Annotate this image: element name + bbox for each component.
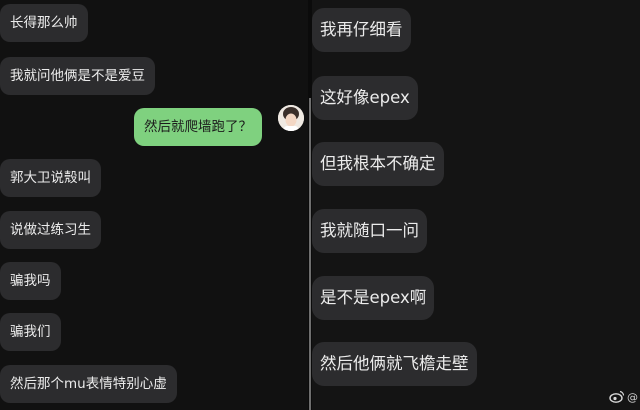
watermark-text: @ <box>627 391 638 404</box>
message-bubble-received[interactable]: 我就问他俩是不是爱豆 <box>0 57 155 95</box>
message-bubble-sent[interactable]: 然后就爬墙跑了？ <box>134 108 262 146</box>
weibo-logo-icon <box>609 390 625 406</box>
message-bubble-received[interactable]: 然后他俩就飞檐走壁 <box>312 342 477 386</box>
message-bubble-received[interactable]: 是不是epex啊 <box>312 276 435 320</box>
message-bubble-received[interactable]: 长得那么帅 <box>0 4 88 42</box>
message-bubble-received[interactable]: 这好像epex <box>312 76 418 120</box>
scroll-indicator[interactable] <box>309 98 311 410</box>
user-avatar[interactable] <box>278 105 304 131</box>
message-bubble-received[interactable]: 但我根本不确定 <box>312 142 444 186</box>
message-bubble-received[interactable]: 我就随口一问 <box>312 209 427 253</box>
message-bubble-received[interactable]: 然后那个mu表情特别心虚 <box>0 365 177 403</box>
message-bubble-received[interactable]: 骗我们 <box>0 313 61 351</box>
left-chat-panel: 长得那么帅 我就问他俩是不是爱豆 然后就爬墙跑了？ 郭大卫说殼叫 说做过练习生 … <box>0 0 308 410</box>
message-bubble-received[interactable]: 郭大卫说殼叫 <box>0 159 101 197</box>
message-bubble-received[interactable]: 骗我吗 <box>0 262 61 300</box>
watermark: @ <box>609 390 638 406</box>
message-bubble-received[interactable]: 我再仔细看 <box>312 8 411 52</box>
message-bubble-received[interactable]: 说做过练习生 <box>0 211 101 249</box>
right-chat-panel: 我再仔细看 这好像epex 但我根本不确定 我就随口一问 是不是epex啊 然后… <box>312 0 640 410</box>
